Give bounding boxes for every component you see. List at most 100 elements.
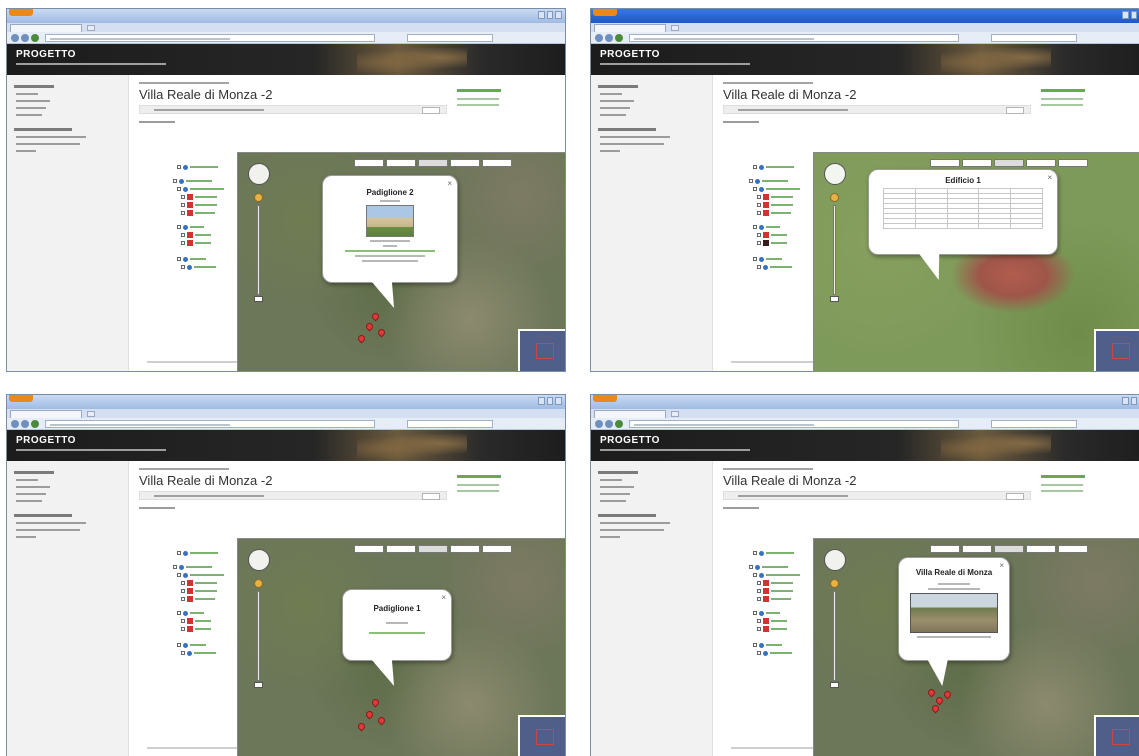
- zoom-slider-thumb[interactable]: [830, 682, 839, 688]
- layer-tree-row[interactable]: [749, 563, 788, 571]
- close-icon[interactable]: ×: [1047, 173, 1052, 182]
- new-tab-button[interactable]: [87, 411, 95, 417]
- close-icon[interactable]: ×: [999, 561, 1004, 570]
- sidebar-item[interactable]: [16, 100, 50, 102]
- sidebar-item[interactable]: [600, 493, 630, 495]
- back-icon[interactable]: [11, 34, 19, 42]
- map-type-tab[interactable]: [354, 159, 384, 167]
- zoom-in-icon[interactable]: [254, 193, 263, 202]
- zoom-in-icon[interactable]: [830, 193, 839, 202]
- map-type-tab[interactable]: [354, 545, 384, 553]
- map-pin-icon[interactable]: [926, 687, 937, 698]
- zoom-in-icon[interactable]: [254, 579, 263, 588]
- window-controls[interactable]: [1122, 397, 1139, 405]
- map-type-tab[interactable]: [386, 545, 416, 553]
- layer-tree-row[interactable]: [181, 625, 211, 633]
- layer-tree-row[interactable]: [181, 649, 216, 657]
- layer-tree-row[interactable]: [749, 177, 788, 185]
- zoom-slider-icon[interactable]: [833, 591, 836, 681]
- browser-tab[interactable]: [594, 24, 666, 32]
- popup-link[interactable]: [345, 250, 435, 252]
- layer-tree-row[interactable]: [757, 209, 791, 217]
- layer-tree-row[interactable]: [757, 201, 793, 209]
- map-view[interactable]: × Edificio 1: [813, 152, 1139, 371]
- map-type-tab[interactable]: [482, 545, 512, 553]
- sidebar-item[interactable]: [16, 150, 36, 152]
- map-view[interactable]: × Villa Reale di Monza: [813, 538, 1139, 756]
- map-type-tab[interactable]: [962, 545, 992, 553]
- right-column-link[interactable]: [1041, 98, 1083, 100]
- layer-tree-row[interactable]: [181, 201, 217, 209]
- overview-map[interactable]: [518, 329, 565, 371]
- map-view[interactable]: × Padiglione 1: [237, 538, 565, 756]
- layer-tree-row[interactable]: [181, 231, 211, 239]
- zoom-slider-thumb[interactable]: [254, 682, 263, 688]
- layer-tree-row[interactable]: [177, 185, 224, 193]
- site-title[interactable]: PROGETTO: [16, 49, 76, 60]
- sidebar-item[interactable]: [600, 522, 670, 524]
- sidebar-item[interactable]: [16, 107, 46, 109]
- sidebar-item[interactable]: [16, 536, 36, 538]
- map-type-tab[interactable]: [418, 159, 448, 167]
- sidebar-item[interactable]: [600, 500, 626, 502]
- sidebar-item[interactable]: [600, 107, 630, 109]
- sidebar-item[interactable]: [600, 136, 670, 138]
- layer-tree-row[interactable]: [757, 239, 787, 247]
- layer-tree-row[interactable]: [753, 609, 780, 617]
- popup-photo[interactable]: [366, 205, 414, 237]
- address-bar[interactable]: [45, 34, 375, 42]
- forward-icon[interactable]: [21, 34, 29, 42]
- map-pin-icon[interactable]: [376, 327, 387, 338]
- layer-tree-row[interactable]: [757, 231, 787, 239]
- layer-tree-row[interactable]: [757, 625, 787, 633]
- firefox-menu-icon[interactable]: [9, 9, 33, 16]
- layer-tree-row[interactable]: [181, 209, 215, 217]
- layer-tree-row[interactable]: [753, 223, 780, 231]
- browser-tab[interactable]: [594, 410, 666, 418]
- pan-control-icon[interactable]: [248, 549, 270, 571]
- right-column-link[interactable]: [457, 490, 499, 492]
- home-icon[interactable]: [615, 34, 623, 42]
- breadcrumb[interactable]: [723, 468, 813, 470]
- zoom-in-icon[interactable]: [830, 579, 839, 588]
- forward-icon[interactable]: [21, 420, 29, 428]
- layer-tree-row[interactable]: [757, 595, 791, 603]
- map-type-tab[interactable]: [1058, 545, 1088, 553]
- browser-tab[interactable]: [10, 24, 82, 32]
- layer-tree-row[interactable]: [177, 609, 204, 617]
- map-type-tab[interactable]: [450, 545, 480, 553]
- map-pin-icon[interactable]: [356, 721, 367, 732]
- right-column-link[interactable]: [1041, 484, 1083, 486]
- overview-map[interactable]: [1094, 715, 1139, 756]
- address-bar[interactable]: [45, 420, 375, 428]
- sidebar-item[interactable]: [600, 479, 622, 481]
- layer-tree-row[interactable]: [181, 193, 217, 201]
- map-type-tab[interactable]: [482, 159, 512, 167]
- sidebar-item[interactable]: [600, 114, 626, 116]
- map-type-tab[interactable]: [1026, 545, 1056, 553]
- home-icon[interactable]: [31, 420, 39, 428]
- overview-map[interactable]: [1094, 329, 1139, 371]
- map-pin-icon[interactable]: [370, 697, 381, 708]
- window-controls[interactable]: [1122, 11, 1139, 19]
- breadcrumb[interactable]: [139, 468, 229, 470]
- sidebar-item[interactable]: [16, 486, 50, 488]
- right-column-link[interactable]: [457, 484, 499, 486]
- new-tab-button[interactable]: [671, 411, 679, 417]
- sidebar-item[interactable]: [16, 114, 42, 116]
- search-box[interactable]: [991, 34, 1077, 42]
- search-box[interactable]: [407, 34, 493, 42]
- map-pin-icon[interactable]: [364, 321, 375, 332]
- sidebar-item[interactable]: [16, 136, 86, 138]
- map-type-tab[interactable]: [450, 159, 480, 167]
- zoom-slider-icon[interactable]: [257, 205, 260, 295]
- sidebar-item[interactable]: [600, 100, 634, 102]
- back-icon[interactable]: [595, 420, 603, 428]
- zoom-slider-icon[interactable]: [257, 591, 260, 681]
- forward-icon[interactable]: [605, 420, 613, 428]
- sidebar-item[interactable]: [600, 486, 634, 488]
- sidebar-item[interactable]: [600, 150, 620, 152]
- search-box[interactable]: [991, 420, 1077, 428]
- layer-tree-row[interactable]: [181, 595, 215, 603]
- layer-tree-row[interactable]: [177, 571, 224, 579]
